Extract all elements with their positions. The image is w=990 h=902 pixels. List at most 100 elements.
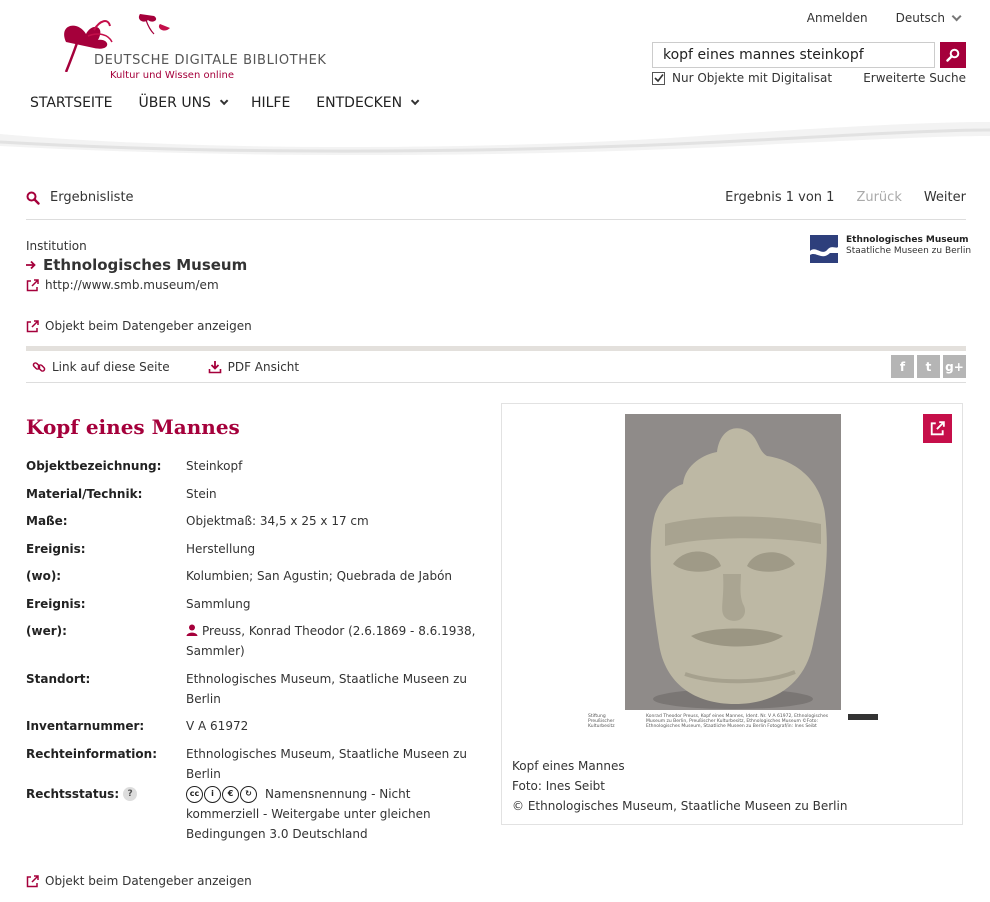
next-link[interactable]: Weiter [924,190,966,205]
caption-photo: Foto: Ines Seibt [512,779,605,793]
cc-nc-icon: € [222,785,239,803]
cc-by-icon: i [204,785,221,803]
advanced-search-link[interactable]: Erweiterte Suche [863,71,966,85]
person-link[interactable]: Preuss, Konrad Theodor (2.6.1869 - 8.6.1… [186,621,486,661]
permalink-button[interactable]: Link auf diese Seite [32,360,170,374]
object-toolbar: Link auf diese Seite PDF Ansicht f t g+ [26,346,966,383]
detail-key: Rechtsstatus: [26,786,120,801]
person-icon [186,624,198,636]
toolbar-actions: Link auf diese Seite PDF Ansicht [26,360,299,374]
pdf-view-label: PDF Ansicht [227,359,300,374]
object-details: Objektbezeichnung: Steinkopf Material/Te… [26,456,486,851]
nav-item-help[interactable]: HILFE [251,95,290,111]
previous-link[interactable]: Zurück [856,190,901,205]
image-caption: Kopf eines Mannes Foto: Ines Seibt © Eth… [512,756,847,816]
detail-key: Ereignis: [26,541,86,556]
nav-about-label: ÜBER UNS [138,95,211,111]
person-name: Preuss, Konrad Theodor (2.6.1869 - 8.6.1… [186,624,476,658]
detail-value: Objektmaß: 34,5 x 25 x 17 cm [186,514,369,528]
only-digital-checkbox[interactable] [652,71,665,85]
nav-explore-label: ENTDECKEN [316,95,403,111]
image-credit-strip: Stiftung Preußischer Kulturbesitz Konrad… [588,712,880,736]
main-nav: STARTSEITE ÜBER UNS HILFE ENTDECKEN [30,95,420,111]
search-icon [946,48,960,62]
login-link[interactable]: Anmelden [807,11,868,25]
open-image-button[interactable] [923,414,952,443]
detail-value: Herstellung [186,541,256,556]
nav-item-home[interactable]: STARTSEITE [30,95,112,111]
detail-row: (wo): Kolumbien; San Agustin; Quebrada d… [26,566,486,586]
detail-key-wrap: Rechtsstatus:? [26,784,186,844]
cc-sa-icon: ↻ [240,785,257,803]
detail-key: (wer): [26,624,67,638]
external-link-icon [26,874,39,887]
top-links: Anmelden Deutsch [807,10,962,25]
detail-key: Standort: [26,671,91,686]
detail-value: Stein [186,486,217,501]
institution-url-link[interactable]: http://www.smb.museum/em [26,278,966,292]
detail-value: Ethnologisches Museum, Staatliche Museen… [186,671,467,706]
google-plus-icon[interactable]: g+ [943,355,966,378]
nav-item-explore[interactable]: ENTDECKEN [316,95,420,111]
institution-name: Ethnologisches Museum [43,256,248,274]
search-bar [652,42,966,68]
language-select[interactable]: Deutsch [895,10,962,25]
checkmark-icon [653,74,664,83]
institution-logo-line1: Ethnologisches Museum [846,235,969,245]
external-link-icon [26,319,39,332]
detail-row: Inventarnummer: V A 61972 [26,716,486,736]
nav-item-about[interactable]: ÜBER UNS [138,95,229,111]
object-provider-link-bottom[interactable]: Objekt beim Datengeber anzeigen [26,874,252,888]
search-options: Nur Objekte mit Digitalisat Erweiterte S… [652,71,966,85]
detail-row: Rechtsstatus:? cc i € ↻ Namensnennung - … [26,784,486,844]
detail-value: Ethnologisches Museum, Staatliche Museen… [186,746,467,781]
twitter-icon[interactable]: t [917,355,940,378]
detail-key: Objektbezeichnung: [26,459,162,473]
detail-key: Ereignis: [26,596,86,611]
detail-value: Sammlung [186,596,251,611]
strip-license-icon [848,714,878,720]
external-link-icon [26,278,39,291]
strip-foundation: Stiftung Preußischer Kulturbesitz [588,714,615,729]
help-icon[interactable]: ? [123,787,138,801]
detail-value: Kolumbien; San Agustin; Quebrada de Jabó… [186,569,453,583]
license-value: cc i € ↻ Namensnennung - Nicht kommerzie… [186,784,486,844]
result-count: Ergebnis 1 von 1 [725,190,835,205]
nav-help-label: HILFE [250,95,291,111]
object-provider-link-top[interactable]: Objekt beim Datengeber anzeigen [26,319,252,333]
header-wave-divider [0,122,990,160]
result-list-link[interactable]: Ergebnisliste [26,186,134,205]
cc-icon: cc [186,785,203,803]
only-digital-option[interactable]: Nur Objekte mit Digitalisat [652,71,832,85]
search-input[interactable] [652,42,935,68]
detail-row: Standort: Ethnologisches Museum, Staatli… [26,669,486,709]
pdf-view-button[interactable]: PDF Ansicht [208,359,300,374]
logo-subtitle: Kultur und Wissen online [110,70,234,81]
cc-license-badge[interactable]: cc i € ↻ [186,785,257,803]
chevron-down-icon [951,10,962,21]
detail-row: (wer): Preuss, Konrad Theodor (2.6.1869 … [26,621,486,661]
nav-home-label: STARTSEITE [30,95,113,111]
search-button[interactable] [940,42,966,68]
only-digital-label: Nur Objekte mit Digitalisat [672,71,833,85]
detail-key: (wo): [26,569,62,583]
language-label: Deutsch [895,11,945,25]
detail-row: Rechteinformation: Ethnologisches Museum… [26,744,486,784]
search-icon [26,191,40,205]
institution-logo-line2: Staatliche Museen zu Berlin [846,246,972,256]
detail-value: V A 61972 [186,719,249,733]
object-image[interactable] [625,414,841,710]
link-icon [32,361,46,372]
logo[interactable]: DEUTSCHE DIGITALE BIBLIOTHEK Kultur und … [48,12,348,84]
object-provider-label: Objekt beim Datengeber anzeigen [45,874,252,888]
logo-title: DEUTSCHE DIGITALE BIBLIOTHEK [94,53,327,68]
download-icon [208,360,221,373]
detail-row: Objektbezeichnung: Steinkopf [26,456,486,476]
detail-key: Rechteinformation: [26,746,157,761]
facebook-icon[interactable]: f [891,355,914,378]
detail-row: Maße: Objektmaß: 34,5 x 25 x 17 cm [26,511,486,531]
stone-head-image [625,414,841,710]
permalink-label: Link auf diese Seite [52,359,170,374]
museum-logo-icon [810,235,838,263]
image-panel: Stiftung Preußischer Kulturbesitz Konrad… [501,403,963,825]
